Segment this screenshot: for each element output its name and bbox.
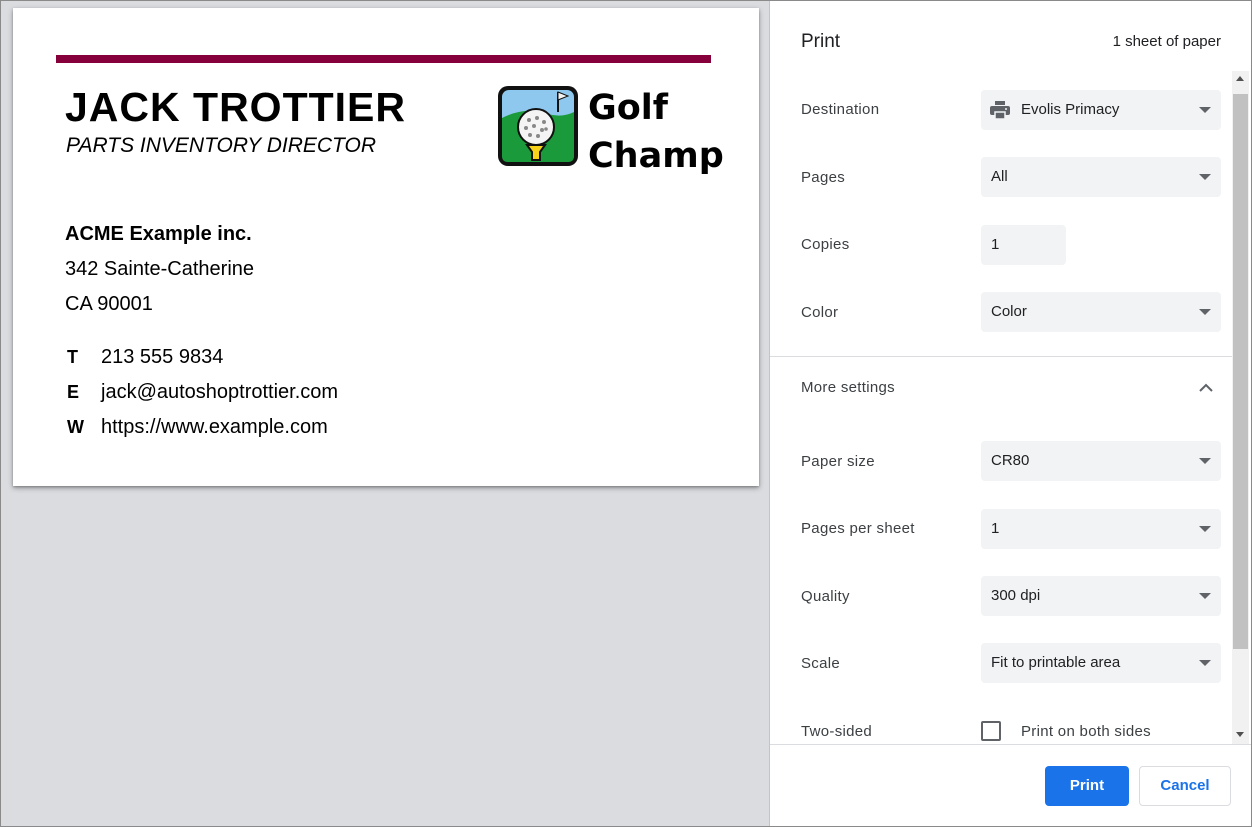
- destination-label: Destination: [801, 101, 880, 118]
- contact-key: E: [67, 382, 80, 402]
- dropdown-arrow-icon: [1199, 107, 1211, 113]
- card-company: ACME Example inc.: [65, 223, 252, 245]
- scroll-up-arrow-icon[interactable]: [1236, 76, 1244, 81]
- card-name: JACK TROTTIER: [65, 84, 406, 130]
- pages-label: Pages: [801, 169, 846, 186]
- dropdown-arrow-icon: [1199, 174, 1211, 180]
- contact-value: https://www.example.com: [101, 416, 328, 438]
- scrollbar-thumb[interactable]: [1233, 94, 1248, 649]
- sheet-count: 1 sheet of paper: [1112, 33, 1221, 50]
- scale-label: Scale: [801, 655, 841, 672]
- card-accent-bar: [56, 55, 711, 63]
- scroll-down-arrow-icon[interactable]: [1236, 732, 1244, 737]
- paper-size-select[interactable]: CR80: [981, 441, 1221, 481]
- dropdown-arrow-icon: [1199, 526, 1211, 532]
- card-contact-email: Ejack@autoshoptrottier.com: [65, 381, 338, 404]
- card-contact-phone: T 213 555 9834: [65, 346, 223, 369]
- color-label: Color: [801, 304, 839, 321]
- logo-line-1: Golf: [588, 88, 668, 128]
- two-sided-checkbox-label[interactable]: Print on both sides: [1021, 723, 1151, 740]
- print-settings-panel: Print 1 sheet of paper Destination Evoli…: [770, 1, 1251, 826]
- quality-select[interactable]: 300 dpi: [981, 576, 1221, 616]
- two-sided-label: Two-sided: [801, 723, 873, 740]
- pages-select[interactable]: All: [981, 157, 1221, 197]
- print-button[interactable]: Print: [1045, 766, 1129, 806]
- footer-divider: [770, 744, 1251, 745]
- color-select[interactable]: Color: [981, 292, 1221, 332]
- section-divider: [770, 356, 1232, 357]
- card-address-line-2: CA 90001: [65, 293, 153, 315]
- scale-value: Fit to printable area: [991, 654, 1121, 671]
- print-preview-area: JACK TROTTIER PARTS INVENTORY DIRECTOR G…: [1, 1, 769, 826]
- card-address-line-1: 342 Sainte-Catherine: [65, 258, 255, 280]
- chevron-up-icon[interactable]: [1198, 381, 1214, 395]
- paper-size-label: Paper size: [801, 453, 875, 470]
- panel-title: Print: [801, 31, 841, 52]
- dropdown-arrow-icon: [1199, 660, 1211, 666]
- dropdown-arrow-icon: [1199, 593, 1211, 599]
- card-contact-web: Whttps://www.example.com: [65, 416, 328, 439]
- business-card-preview: JACK TROTTIER PARTS INVENTORY DIRECTOR G…: [13, 8, 759, 486]
- cancel-button[interactable]: Cancel: [1139, 766, 1231, 806]
- dropdown-arrow-icon: [1199, 309, 1211, 315]
- two-sided-checkbox[interactable]: [981, 721, 1001, 741]
- copies-input[interactable]: 1: [981, 225, 1066, 265]
- contact-key: T: [67, 347, 78, 367]
- quality-value: 300 dpi: [991, 587, 1041, 604]
- card-job-title: PARTS INVENTORY DIRECTOR: [66, 134, 377, 157]
- printer-icon: [990, 101, 1010, 119]
- copies-label: Copies: [801, 236, 850, 253]
- contact-value: 213 555 9834: [101, 346, 224, 368]
- pages-per-sheet-value: 1: [991, 520, 1000, 537]
- more-settings-toggle[interactable]: More settings: [801, 379, 895, 396]
- logo-text: Golf Champ: [588, 84, 724, 180]
- paper-size-value: CR80: [991, 452, 1030, 469]
- pages-value: All: [991, 168, 1008, 185]
- golf-ball-on-tee-icon: [498, 86, 578, 166]
- dropdown-arrow-icon: [1199, 458, 1211, 464]
- contact-key: W: [67, 417, 84, 437]
- destination-value: Evolis Primacy: [1021, 101, 1120, 118]
- logo-line-2: Champ: [588, 136, 724, 176]
- color-value: Color: [991, 303, 1027, 320]
- pages-per-sheet-label: Pages per sheet: [801, 520, 915, 537]
- pages-per-sheet-select[interactable]: 1: [981, 509, 1221, 549]
- quality-label: Quality: [801, 588, 850, 605]
- scale-select[interactable]: Fit to printable area: [981, 643, 1221, 683]
- contact-value: jack@autoshoptrottier.com: [101, 381, 339, 403]
- destination-select[interactable]: Evolis Primacy: [981, 90, 1221, 130]
